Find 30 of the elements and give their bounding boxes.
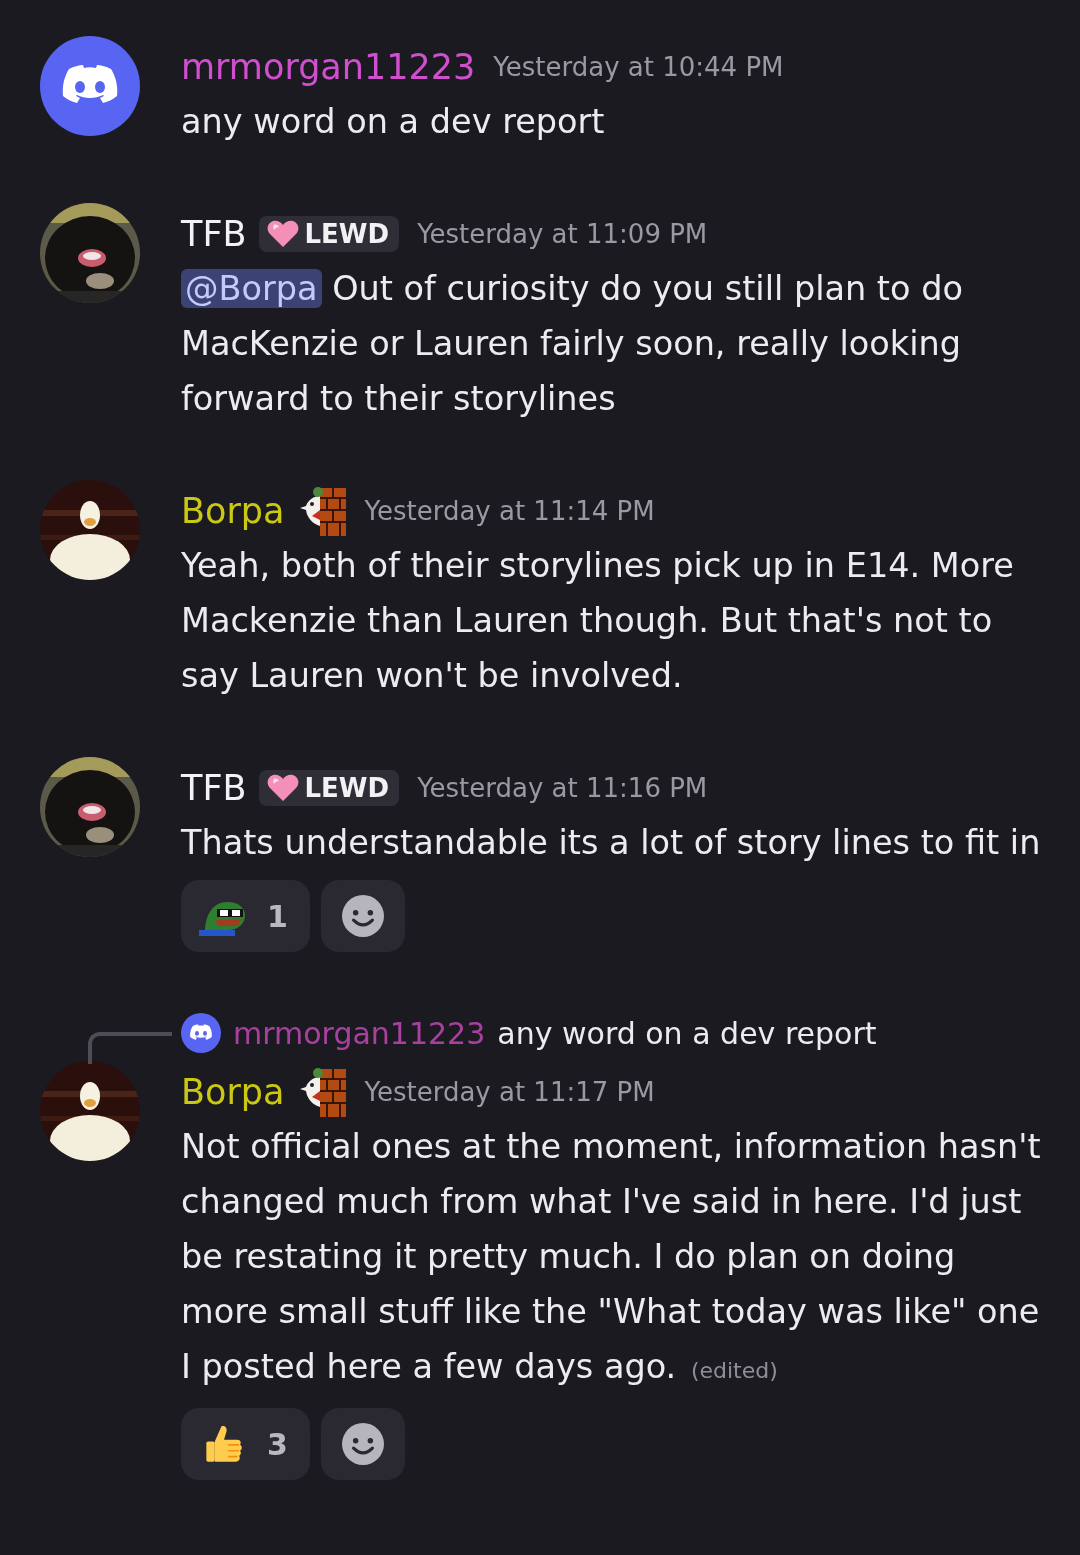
username[interactable]: Borpa: [181, 491, 285, 531]
message-text: @Borpa Out of curiosity do you still plan to do MacKenzie or Lauren fairly soon, really looking forward to their storylines: [181, 268, 964, 420]
timestamp: Yesterday at 11:14 PM: [364, 496, 655, 526]
heart-icon: [266, 774, 299, 802]
add-reaction-button[interactable]: [320, 880, 405, 952]
discord-logo-icon: [181, 1013, 221, 1053]
mention-link[interactable]: @Borpa: [181, 269, 322, 308]
username[interactable]: mrmorgan11223: [181, 47, 476, 87]
username[interactable]: TFB: [181, 768, 247, 808]
add-reaction-icon: [341, 895, 384, 937]
reaction-button[interactable]: 1: [181, 880, 310, 952]
edited-label: (edited): [690, 1358, 778, 1383]
add-reaction-button[interactable]: [320, 1408, 405, 1480]
role-label: LEWD: [304, 219, 390, 249]
reaction-button[interactable]: 3: [181, 1408, 310, 1480]
heart-icon: [266, 220, 299, 248]
timestamp: Yesterday at 11:16 PM: [417, 773, 708, 803]
timestamp: Yesterday at 10:44 PM: [493, 52, 784, 82]
message-text: Yeah, both of their storylines pick up in E14. More Mackenzie than Lauren though. But that's not to say Lauren won't be involved.: [181, 545, 1015, 697]
timestamp: Yesterday at 11:09 PM: [417, 219, 708, 249]
message-text: Not official ones at the moment, information hasn't changed much from what I've said in here. I'd just be restating it pretty much. I do plan on doing more small stuff like the "What today was like" one I posted here a few days ago. (edited): [181, 1126, 1042, 1388]
username[interactable]: Borpa: [181, 1072, 285, 1112]
add-reaction-icon: [341, 1423, 384, 1465]
username[interactable]: TFB: [181, 214, 247, 254]
discord-logo-icon: [40, 36, 140, 136]
message-text: Thats understandable its a lot of story lines to fit in: [181, 822, 1042, 864]
timestamp: Yesterday at 11:17 PM: [364, 1077, 655, 1107]
role-label: LEWD: [304, 773, 390, 803]
reply-preview[interactable]: any word on a dev report: [497, 1015, 877, 1051]
message-text: any word on a dev report: [181, 101, 606, 143]
